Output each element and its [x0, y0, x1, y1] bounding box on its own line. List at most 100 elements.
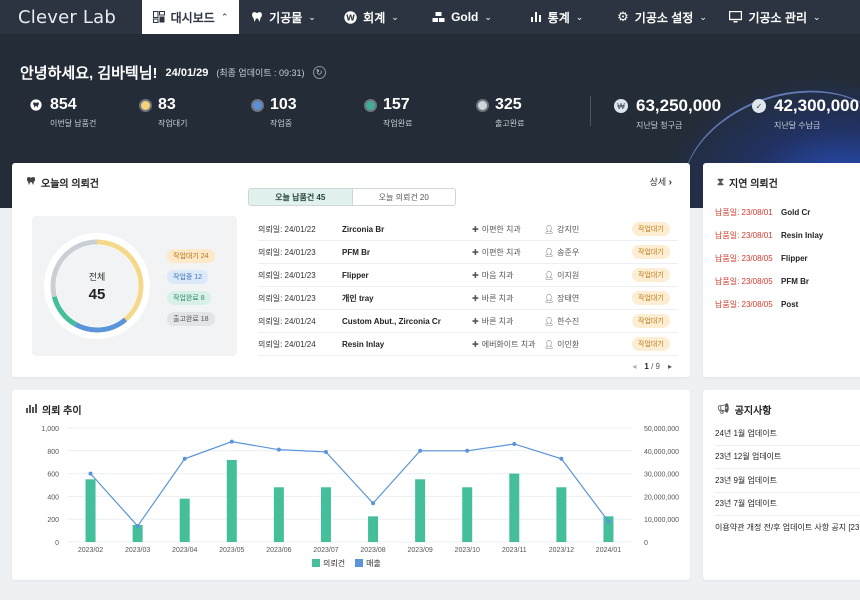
nav-gold[interactable]: Gold ⌄: [415, 0, 509, 34]
list-item[interactable]: 납품일: 23/08/05 Post: [715, 293, 860, 316]
list-item[interactable]: 이용약관 개정 전/후 업데이트 사항 공지 [23.0: [715, 516, 860, 540]
chip-working: 작업중 12: [167, 270, 209, 284]
stat-label: 작업완료: [383, 119, 413, 128]
list-item[interactable]: 납품일: 23/08/05 PFM Br: [715, 270, 860, 293]
request-item: Resin Inlay: [342, 339, 385, 349]
list-item[interactable]: 납품일: 23/08/01 Resin Inlay: [715, 224, 860, 247]
sales-point: [88, 471, 93, 476]
status-dot: [366, 100, 375, 110]
next-page-icon[interactable]: ▸: [668, 362, 672, 371]
donut-total-value: 45: [88, 285, 106, 303]
card-title-text: 공지사항: [734, 406, 772, 417]
nav-prosthetics[interactable]: 기공물 ⌄: [239, 0, 328, 34]
stat-last-month-billing: ₩63,250,000 지난달 청구금: [614, 96, 721, 131]
clinic-name: 바른 치과: [481, 293, 514, 303]
x-tick-label: 2023/12: [549, 547, 574, 554]
stat-value: 63,250,000: [636, 96, 722, 115]
y-right-tick-label: 30,000,000: [644, 472, 679, 479]
detail-link[interactable]: 상세 ›: [650, 175, 672, 188]
tab-today-requests[interactable]: 오늘 의뢰건 20: [353, 189, 456, 205]
request-item: Custom Abut., Zirconia Cr: [342, 316, 441, 326]
list-item[interactable]: 납품일: 23/08/01 Gold Cr: [715, 201, 860, 224]
product-name: Post: [781, 300, 799, 309]
prev-page-icon[interactable]: ◂: [632, 362, 636, 371]
card-title: ⧗ 지연 의뢰건: [717, 175, 778, 190]
y-left-tick-label: 0: [55, 540, 59, 547]
y-right-tick-label: 20,000,000: [644, 494, 679, 501]
list-item[interactable]: 23년 7월 업데이트: [715, 493, 860, 516]
table-row[interactable]: 의뢰일: 24/01/23 PFM Br ✚ 이편한 치과 👤︎ 송준우 작업대기: [258, 241, 678, 264]
request-date: 의뢰일: 24/01/23: [258, 247, 316, 257]
stat-label: 작업중: [270, 119, 293, 128]
tooth-icon: [30, 99, 42, 111]
nav-lab-settings[interactable]: ⚙ 기공소 설정 ⌄: [604, 0, 720, 34]
clinic-name: 에버화이트 치과: [481, 339, 536, 349]
tab-today-delivery[interactable]: 오늘 납품건 45: [249, 189, 353, 205]
person-name: 강지민: [557, 224, 580, 234]
table-row[interactable]: 의뢰일: 24/01/23 개인 tray ✚ 바른 치과 👤︎ 장태연 작업대기: [258, 287, 678, 310]
notices-card: 📢︎ 공지사항 24년 1월 업데이트 23년 12월 업데이트 23년 9월 …: [703, 390, 860, 580]
request-item: Zirconia Br: [342, 224, 385, 234]
x-tick-label: 2024/01: [596, 547, 621, 554]
nav-gold-label: Gold: [451, 10, 479, 24]
refresh-icon[interactable]: ↻: [312, 66, 326, 79]
chip-shipped: 출고완료 18: [167, 312, 215, 326]
product-name: PFM Br: [781, 277, 809, 286]
clinic-icon: ✚: [472, 247, 479, 257]
request-date: 의뢰일: 24/01/24: [258, 339, 316, 349]
legend-sales[interactable]: 매출: [355, 558, 381, 569]
status-dot: [478, 100, 487, 110]
chevron-right-icon: ›: [668, 177, 672, 188]
x-tick-label: 2023/07: [313, 547, 338, 554]
logo[interactable]: Clever Lab: [0, 7, 142, 28]
stat-value: 854: [50, 96, 77, 113]
nav-accounting[interactable]: W 회계 ⌄: [328, 0, 415, 34]
table-row[interactable]: 의뢰일: 24/01/23 Flipper ✚ 마음 치과 👤︎ 이지원 작업대기: [258, 264, 678, 287]
table-row[interactable]: 의뢰일: 24/01/22 Zirconia Br ✚ 이편한 치과 👤︎ 강지민 …: [258, 218, 678, 241]
bar-requests: [226, 459, 237, 542]
list-item[interactable]: 24년 1월 업데이트: [715, 422, 860, 446]
bar-requests: [179, 498, 190, 542]
status-badge: 작업대기: [632, 245, 670, 259]
table-row[interactable]: 의뢰일: 24/01/24 Custom Abut., Zirconia Cr …: [258, 310, 678, 333]
x-tick-label: 2023/08: [360, 547, 385, 554]
bar-requests: [509, 473, 520, 542]
donut-center: 전체 45: [32, 216, 162, 356]
list-item[interactable]: 납품일: 23/08/05 Flipper: [715, 247, 860, 270]
sales-point: [606, 519, 611, 524]
top-nav: Clever Lab 대시보드 ⌃ 기공물 ⌄ W 회계 ⌄ Gold ⌄ 통계…: [0, 0, 860, 34]
bar-chart-icon: [530, 11, 542, 23]
gear-icon: ⚙: [617, 9, 629, 24]
legend-requests[interactable]: 의뢰건: [312, 558, 345, 569]
x-tick-label: 2023/04: [172, 547, 197, 554]
nav-dashboard[interactable]: 대시보드 ⌃: [142, 0, 239, 34]
clinic-name: 바른 치과: [481, 316, 514, 326]
stat-shipped: 325 출고완료: [478, 96, 524, 129]
status-badge: 작업대기: [632, 291, 670, 305]
nav-lab-settings-label: 기공소 설정: [634, 10, 694, 25]
card-title-text: 오늘의 의뢰건: [41, 179, 99, 190]
bar-requests: [556, 487, 567, 542]
greeting-text: 안녕하세요, 김바텍님!: [20, 65, 158, 82]
svg-text:W: W: [346, 13, 355, 22]
page-total: 9: [655, 362, 660, 371]
person-name: 한수진: [557, 316, 580, 326]
y-right-tick-label: 0: [644, 540, 648, 547]
list-item[interactable]: 23년 12월 업데이트: [715, 446, 860, 469]
list-item[interactable]: 23년 9월 업데이트: [715, 469, 860, 493]
won-icon: W: [344, 10, 357, 24]
tooth-icon: [251, 11, 263, 23]
person-icon: 👤︎: [544, 247, 555, 257]
y-left-tick-label: 400: [47, 494, 59, 501]
status-badge: 작업대기: [632, 222, 670, 236]
chip-done: 작업완료 8: [167, 291, 211, 305]
billing-icon: ₩: [614, 99, 628, 113]
monitor-icon: [729, 11, 743, 23]
nav-lab-management[interactable]: 기공소 관리 ⌄: [720, 0, 830, 34]
nav-statistics[interactable]: 통계 ⌄: [509, 0, 604, 34]
greeting: 안녕하세요, 김바텍님! 24/01/29 (최종 업데이트 : 09:31) …: [20, 62, 326, 83]
table-row[interactable]: 의뢰일: 24/01/24 Resin Inlay ✚ 에버화이트 치과 👤︎ 이민…: [258, 333, 678, 356]
person-name: 송준우: [557, 247, 580, 257]
delayed-requests-card: ⧗ 지연 의뢰건 납품일: 23/08/01 Gold Cr 납품일: 23/08…: [703, 163, 860, 377]
nav-lab-management-label: 기공소 관리: [748, 10, 807, 25]
